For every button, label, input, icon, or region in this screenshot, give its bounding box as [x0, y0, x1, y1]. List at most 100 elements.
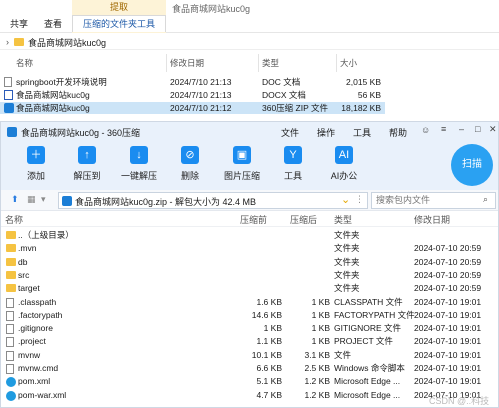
file-icon [6, 337, 14, 348]
up-arrow-icon[interactable]: ⬆ [11, 194, 19, 205]
tools-button[interactable]: Y 工具 [273, 146, 313, 182]
ai-office-button[interactable]: AI AI办公 [324, 146, 364, 182]
col-name[interactable]: 名称 [5, 213, 23, 227]
delete-button[interactable]: ⊘ 删除 [170, 146, 210, 182]
archive-size-after: 2.5 KB [304, 363, 330, 373]
folder-icon [6, 284, 16, 293]
zip-icon [62, 196, 72, 206]
file-row-selected[interactable]: 食品商城网站kuc0g 2024/7/10 21:12 360压缩 ZIP 文件… [0, 102, 385, 114]
edge-icon [6, 390, 16, 401]
archive-row[interactable]: pom-war.xml 4.7 KB 1.2 KB Microsoft Edge ..… [1, 389, 498, 402]
file-row[interactable]: springboot开发环境说明 2024/7/10 21:13 DOC 文档 … [0, 76, 385, 88]
search-input[interactable]: 搜索包内文件 [371, 192, 496, 209]
archive-type: 文件夹 [334, 230, 360, 240]
add-button[interactable]: ＋添加 [16, 146, 56, 182]
breadcrumb-arrow-icon: › [6, 37, 9, 47]
menu-operation[interactable]: 操作 [317, 126, 335, 139]
archive-row[interactable]: src 文件夹 2024-07-10 20:59 [1, 269, 498, 282]
chevron-down-icon[interactable]: ⌄ [341, 193, 350, 206]
menu-tools[interactable]: 工具 [353, 126, 371, 139]
add-icon: ＋ [27, 146, 45, 164]
file-row[interactable]: 食品商城网站kuc0g 2024/7/10 21:13 DOCX 文档 56 K… [0, 89, 385, 101]
archive-type: 文件 [334, 349, 352, 360]
folder-icon [6, 257, 16, 266]
archive-row[interactable]: .gitignore 1 KB 1 KB GITIGNORE 文件 2024-07-10… [1, 322, 498, 335]
col-divider[interactable] [258, 54, 259, 72]
archive-row[interactable]: db 文件夹 2024-07-10 20:59 [1, 256, 498, 269]
one-click-icon: ↓ [130, 146, 148, 164]
col-divider[interactable] [336, 54, 337, 72]
navigation-bar: ⬆ ▦ ▾ 食品商城网站kuc0g.zip - 解包大小为 42.4 MB ⌄ … [1, 190, 498, 211]
col-date[interactable]: 修改日期 [170, 56, 204, 70]
file-size: 18,182 KB [341, 103, 381, 113]
explorer-ribbon: 提取 食品商城网站kuc0g 共享 查看 压缩的文件夹工具 [0, 0, 499, 33]
col-name[interactable]: 名称 [16, 56, 33, 70]
menu-help[interactable]: 帮助 [389, 126, 407, 139]
maximize-icon[interactable]: □ [475, 124, 480, 134]
archive-type: 文件夹 [334, 256, 360, 267]
archive-name: .gitignore [18, 323, 53, 334]
user-icon[interactable]: ☺ [421, 125, 430, 135]
archive-row[interactable]: mvnw 10.1 KB 3.1 KB 文件 2024-07-10 19:01 [1, 349, 498, 362]
col-before[interactable]: 压缩前 [240, 213, 267, 227]
archive-size-after: 1 KB [311, 336, 330, 347]
image-compress-button[interactable]: ▣ 图片压缩 [222, 146, 262, 182]
file-name: 食品商城网站kuc0g [16, 90, 90, 100]
archive-row[interactable]: pom.xml 5.1 KB 1.2 KB Microsoft Edge ... 202… [1, 375, 498, 388]
col-type[interactable]: 类型 [262, 56, 279, 70]
archive-date: 2024-07-10 20:59 [414, 256, 482, 267]
archive-row[interactable]: .project 1.1 KB 1 KB PROJECT 文件 2024-07-10 1… [1, 335, 498, 348]
extract-to-button[interactable]: ↑ 解压到 [67, 146, 107, 182]
zip360-title: 食品商城网站kuc0g - 360压缩 [21, 128, 141, 138]
archive-date: 2024-07-10 20:59 [414, 243, 482, 254]
address-bar[interactable]: › 食品商城网站kuc0g [0, 34, 499, 50]
view-list-icon[interactable]: ▾ [41, 194, 46, 205]
tab-compressed-folder-tools[interactable]: 压缩的文件夹工具 [72, 15, 166, 32]
archive-name: ..（上级目录） [18, 230, 74, 240]
one-click-extract-button[interactable]: ↓ 一键解压 [119, 146, 159, 182]
tab-view[interactable]: 查看 [36, 16, 70, 32]
archive-date: 2024-07-10 19:01 [414, 323, 482, 334]
archive-size-before: 5.1 KB [256, 376, 282, 387]
archive-name: pom.xml [18, 376, 51, 387]
tab-share[interactable]: 共享 [2, 16, 36, 32]
archive-row[interactable]: .factorypath 14.6 KB 1 KB FACTORYPATH 文件 202… [1, 309, 498, 322]
minimize-icon[interactable]: – [459, 124, 464, 134]
close-icon[interactable]: ✕ [489, 124, 497, 135]
archive-size-before: 10.1 KB [251, 349, 282, 360]
archive-row[interactable]: .mvn 文件夹 2024-07-10 20:59 [1, 242, 498, 255]
col-after[interactable]: 压缩后 [290, 213, 317, 227]
scan-button[interactable]: 扫描 [451, 144, 493, 186]
list-header: 名称 压缩前 压缩后 类型 修改日期 [1, 213, 498, 227]
path-field[interactable]: 食品商城网站kuc0g.zip - 解包大小为 42.4 MB ⌄ ⋮ [58, 192, 368, 209]
view-grid-icon[interactable]: ▦ [27, 194, 36, 205]
col-size[interactable]: 大小 [340, 56, 357, 70]
menu-file[interactable]: 文件 [281, 126, 299, 139]
archive-date: 2024-07-10 19:01 [414, 349, 482, 360]
archive-type: GITIGNORE 文件 [334, 323, 402, 334]
search-icon[interactable]: ⌕ [483, 194, 488, 205]
col-type[interactable]: 类型 [334, 213, 352, 227]
archive-row[interactable]: .classpath 1.6 KB 1 KB CLASSPATH 文件 2024-07-… [1, 296, 498, 309]
archive-size-after: 1.2 KB [304, 389, 330, 400]
tree-icon[interactable]: ⋮ [355, 194, 364, 205]
breadcrumb: 食品商城网站kuc0g [28, 38, 107, 48]
col-divider[interactable] [166, 54, 167, 72]
archive-row[interactable]: target 文件夹 2024-07-10 20:59 [1, 282, 498, 295]
file-icon [6, 324, 14, 335]
zip360-window: 食品商城网站kuc0g - 360压缩 文件 操作 工具 帮助 ☺ ≡ – □ … [0, 121, 499, 408]
archive-row[interactable]: mvnw.cmd 6.6 KB 2.5 KB Windows 命令脚本 2024-07-… [1, 362, 498, 375]
archive-size-after: 1 KB [311, 309, 330, 320]
archive-date: 2024-07-10 19:01 [414, 309, 482, 320]
archive-name: db [18, 256, 28, 267]
archive-size-before: 1.6 KB [256, 296, 282, 307]
file-size: 2,015 KB [346, 77, 381, 87]
col-modified[interactable]: 修改日期 [414, 213, 450, 227]
file-icon [6, 350, 14, 361]
archive-row[interactable]: ..（上级目录） 文件夹 [1, 229, 498, 242]
image-icon: ▣ [233, 146, 251, 164]
file-name: springboot开发环境说明 [16, 77, 107, 87]
menu-icon[interactable]: ≡ [441, 124, 446, 134]
delete-icon: ⊘ [181, 146, 199, 164]
archive-date: 2024-07-10 19:01 [414, 376, 482, 387]
